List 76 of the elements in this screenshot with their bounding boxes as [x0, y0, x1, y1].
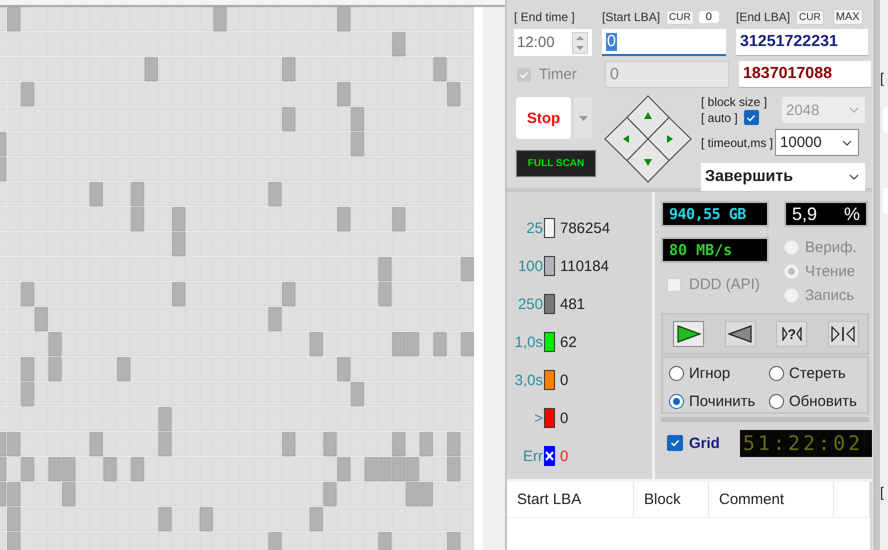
legend-count: 0 [560, 448, 568, 464]
action-radio[interactable] [669, 366, 684, 382]
bracket-text: [ [880, 70, 884, 86]
mode-label: Запись [805, 287, 854, 304]
legend-label: 25 [525, 220, 543, 236]
legend-count: 110184 [560, 258, 609, 274]
action-radio[interactable] [769, 394, 784, 409]
check-icon [746, 112, 756, 122]
full-scan-button[interactable]: FULL SCAN [516, 150, 596, 177]
legend-label: Err [522, 448, 543, 464]
stop-button[interactable]: Stop [516, 97, 571, 139]
legend-count: 481 [560, 296, 586, 312]
action-label: Игнор [689, 365, 730, 382]
end-lba-label: [End LBA] [736, 10, 790, 24]
grid-checkbox[interactable] [667, 435, 683, 451]
check-icon [519, 70, 529, 80]
legend-count: 0 [560, 410, 568, 426]
legend-count: 786254 [560, 220, 610, 236]
auto-checkbox[interactable] [744, 110, 759, 125]
mode-label: Чтение [805, 263, 856, 280]
left-arrow-button[interactable] [604, 116, 649, 162]
end-lba-field[interactable]: 31251722231 [736, 29, 868, 56]
grid-label: Grid [689, 434, 720, 452]
action-radio[interactable] [669, 394, 684, 409]
play-button[interactable] [673, 321, 704, 347]
speed-readout: 80 MB/s [661, 237, 769, 263]
legend-label: > [533, 410, 543, 426]
caret-icon [578, 116, 588, 120]
finish-action-select[interactable]: Завершить [701, 163, 865, 191]
right-arrow-button[interactable] [647, 116, 692, 162]
end-time-label: [ End time ] [514, 10, 576, 24]
up-arrow-button[interactable] [626, 95, 670, 140]
chevron-icon [849, 107, 859, 113]
bracket-text: [ [880, 484, 884, 500]
action-label: Починить [689, 392, 756, 410]
cur-button[interactable]: CUR [666, 10, 694, 24]
size-readout: 940,55 GB [661, 201, 769, 227]
mode-label: Вериф. [805, 239, 857, 256]
triangle-icon [796, 327, 802, 341]
check-icon [670, 438, 680, 448]
chevron-icon [842, 140, 852, 146]
max-button[interactable]: MAX [832, 9, 863, 25]
legend-label: 3,0s [514, 372, 543, 388]
percent-value: 5,9 [792, 204, 818, 224]
legend-count: 0 [560, 372, 568, 388]
column-header[interactable]: Start LBA [507, 482, 634, 517]
cur-value: 0 [698, 11, 719, 23]
legend-label: 250 [516, 296, 543, 312]
query-button[interactable]: ? [776, 321, 808, 347]
action-radio[interactable] [769, 366, 784, 382]
legend-label: 100 [516, 258, 543, 274]
block-size-label: [ block size ] [701, 95, 768, 109]
start-lba-label: [Start LBA] [602, 10, 660, 24]
reverse-button[interactable] [724, 321, 756, 347]
action-label: Обновить [789, 392, 857, 410]
legend-label: 1,0s [514, 334, 543, 350]
spinner-arrows-icon [572, 32, 588, 54]
triangle-icon [782, 327, 788, 341]
column-header[interactable]: Block [634, 482, 709, 517]
action-label: Стереть [789, 365, 846, 382]
jump-button[interactable] [828, 321, 859, 347]
column-header[interactable]: Comment [709, 482, 834, 517]
percent-unit: % [844, 204, 860, 224]
legend-count: 62 [560, 334, 577, 350]
lba-count-field[interactable]: 1837017088 [739, 61, 871, 88]
timeout-label: [ timeout,ms ] [701, 136, 774, 150]
cur-button[interactable]: CUR [796, 10, 824, 24]
chevron-icon [849, 174, 859, 180]
timeout-select[interactable]: 10000 [775, 129, 860, 156]
ddd-label: DDD (API) [689, 276, 760, 293]
down-arrow-button[interactable] [626, 138, 670, 183]
timer-label: Timer [539, 66, 577, 83]
time-spinner[interactable]: 12:00 [514, 29, 592, 56]
start-lba-field[interactable]: 0 [602, 29, 726, 56]
elapsed-time-display: 51:22:02 [740, 430, 874, 456]
auto-label: [ auto ] [701, 110, 738, 124]
